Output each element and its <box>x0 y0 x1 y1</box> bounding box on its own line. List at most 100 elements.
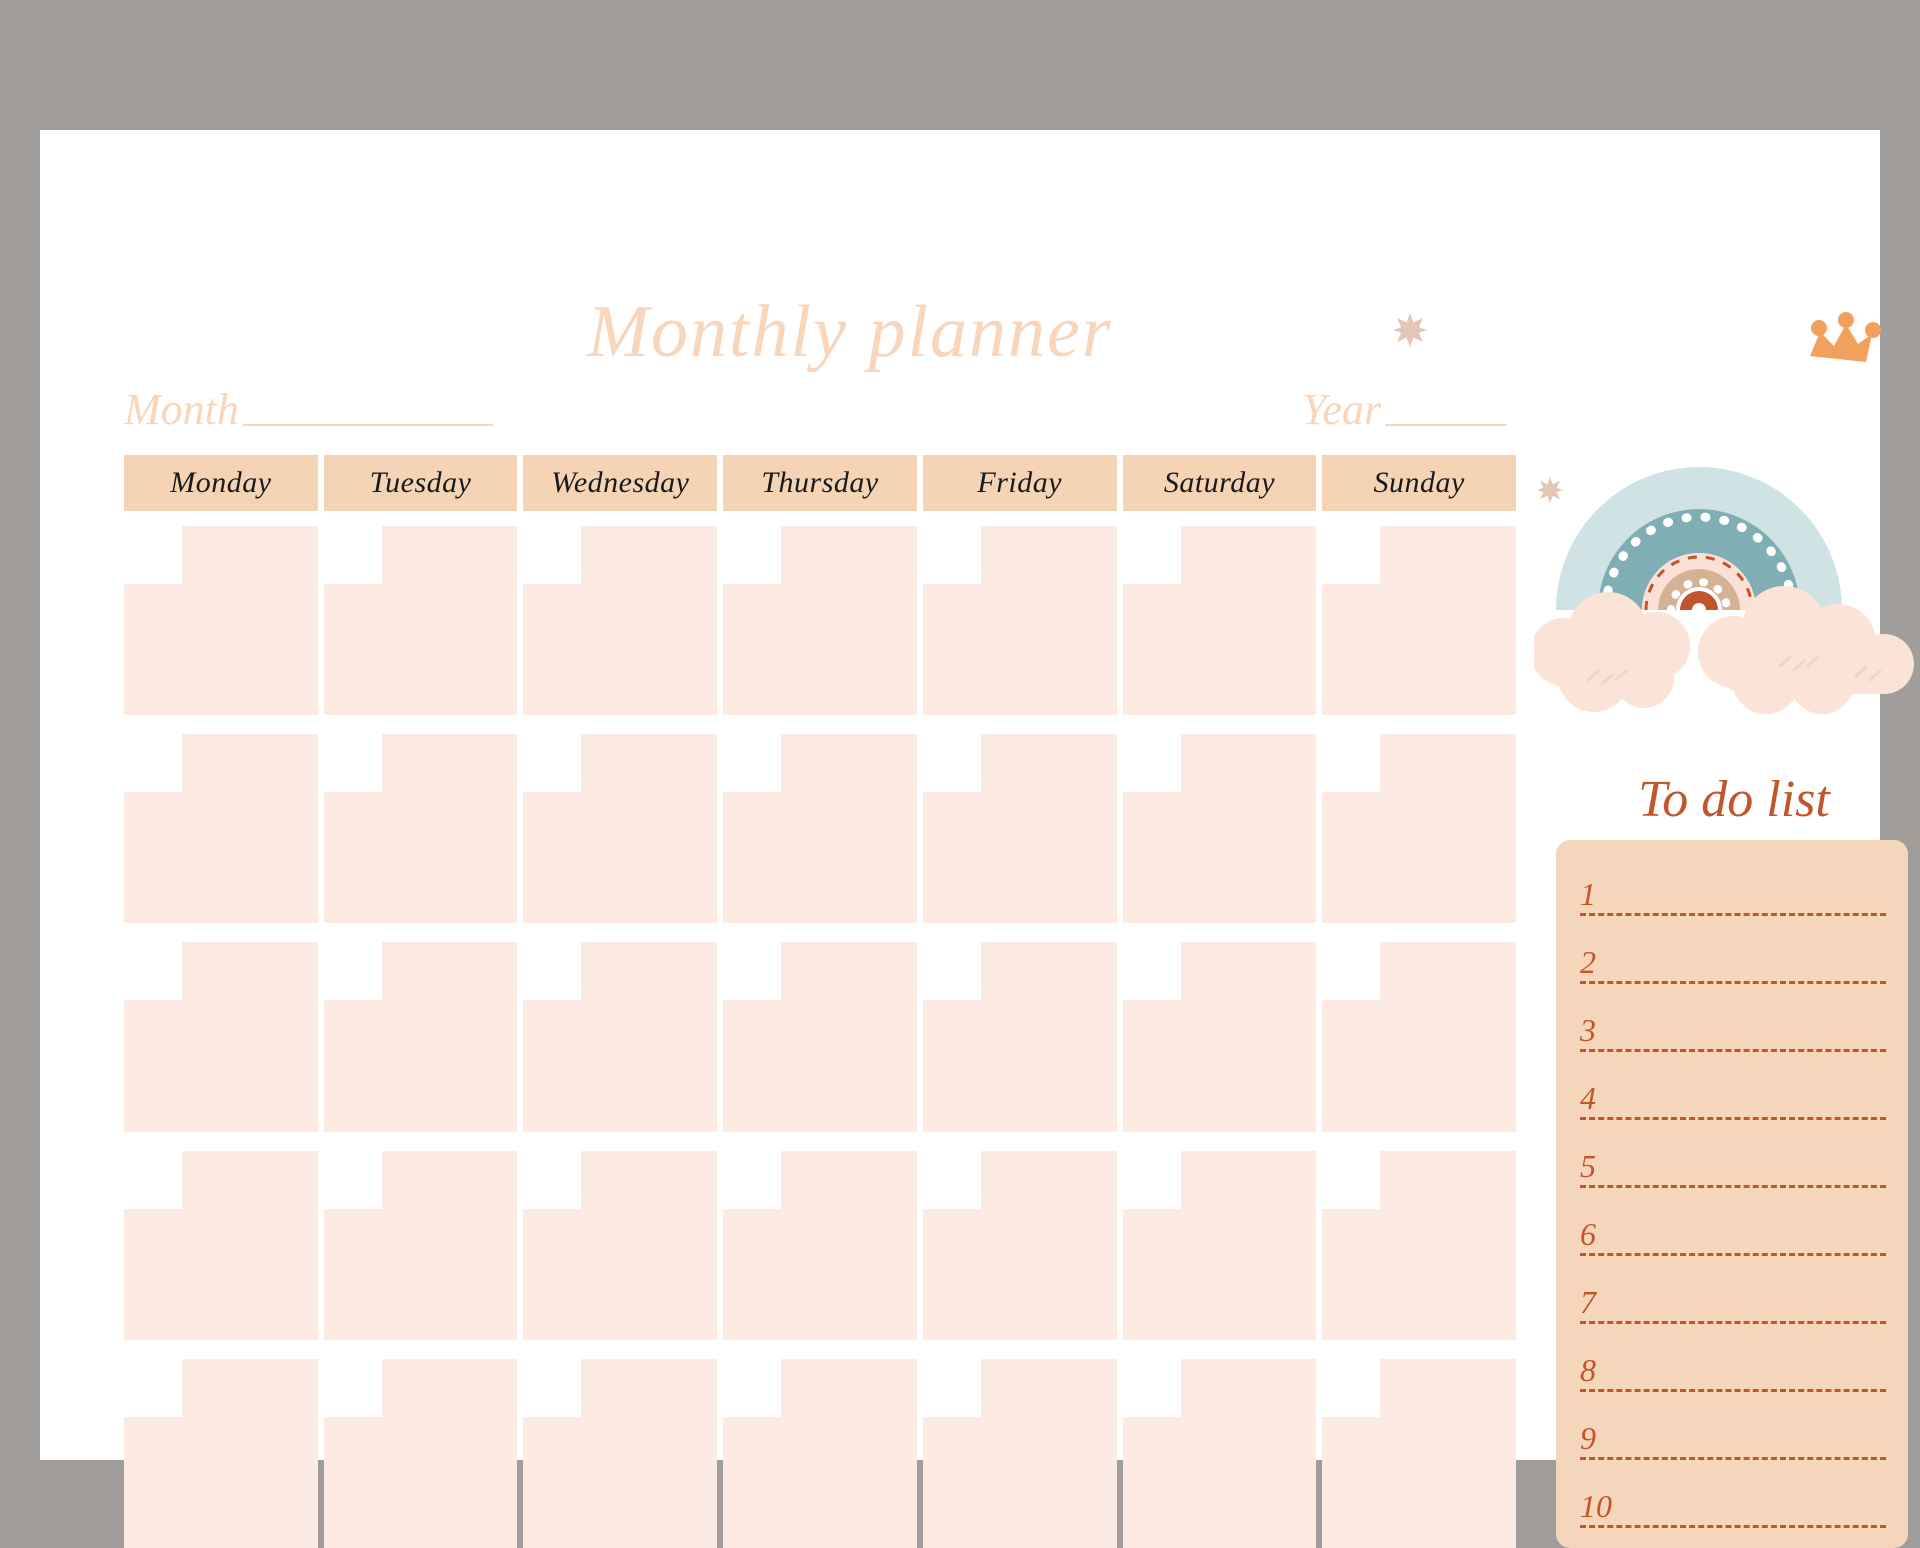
calendar-day-cell[interactable] <box>323 1150 518 1340</box>
calendar-day-number-box[interactable] <box>723 526 782 584</box>
calendar-day-number-box[interactable] <box>1122 734 1181 793</box>
calendar-day-cell[interactable] <box>1322 734 1517 924</box>
todo-list-item[interactable]: 6 <box>1580 1194 1886 1262</box>
calendar-day-cell[interactable] <box>523 1358 718 1548</box>
calendar-day-cell[interactable] <box>323 942 518 1132</box>
calendar-day-cell[interactable] <box>723 1150 917 1340</box>
calendar-day-cell[interactable] <box>922 526 1117 716</box>
calendar-day-number-box[interactable] <box>124 526 182 584</box>
todo-item-write-line[interactable] <box>1580 1457 1886 1460</box>
calendar-day-number-box[interactable] <box>124 942 182 1001</box>
calendar-day-cell[interactable] <box>124 734 318 924</box>
calendar-day-cell[interactable] <box>1122 942 1317 1132</box>
calendar-day-cell[interactable] <box>523 942 718 1132</box>
calendar-day-cell[interactable] <box>124 526 318 716</box>
calendar-day-number-box[interactable] <box>723 1150 782 1209</box>
calendar-day-number-box[interactable] <box>323 734 382 793</box>
calendar-day-number-box[interactable] <box>1322 526 1381 584</box>
calendar-day-number-box[interactable] <box>1322 734 1381 793</box>
calendar-day-cell[interactable] <box>723 1358 917 1548</box>
calendar-day-cell[interactable] <box>1322 526 1517 716</box>
calendar-day-number-box[interactable] <box>323 1358 382 1417</box>
calendar-day-number-box[interactable] <box>1122 526 1181 584</box>
calendar-day-number-box[interactable] <box>523 1358 582 1417</box>
crown-icon <box>1810 312 1881 362</box>
todo-item-write-line[interactable] <box>1580 1253 1886 1256</box>
calendar-day-number-box[interactable] <box>1322 1358 1381 1417</box>
calendar-day-number-box[interactable] <box>723 942 782 1001</box>
calendar-day-number-box[interactable] <box>922 734 981 793</box>
todo-item-write-line[interactable] <box>1580 1525 1886 1528</box>
calendar-day-cell[interactable] <box>922 734 1117 924</box>
todo-list-item[interactable]: 2 <box>1580 922 1886 990</box>
calendar-day-number-box[interactable] <box>523 1150 582 1209</box>
todo-item-write-line[interactable] <box>1580 913 1886 916</box>
calendar-day-number-box[interactable] <box>323 1150 382 1209</box>
calendar-day-number-box[interactable] <box>1122 1150 1181 1209</box>
calendar-week-row <box>124 734 1517 924</box>
calendar-day-cell[interactable] <box>1122 1150 1317 1340</box>
calendar-day-cell[interactable] <box>1122 1358 1317 1548</box>
calendar-day-cell[interactable] <box>922 1358 1117 1548</box>
calendar-day-number-box[interactable] <box>1322 942 1381 1001</box>
calendar-day-number-box[interactable] <box>124 734 182 793</box>
calendar-day-number-box[interactable] <box>1322 1150 1381 1209</box>
todo-item-number: 8 <box>1580 1352 1596 1388</box>
calendar-day-number-box[interactable] <box>124 1150 182 1209</box>
calendar-day-cell[interactable] <box>523 1150 718 1340</box>
calendar-day-cell[interactable] <box>124 1150 318 1340</box>
calendar-day-cell[interactable] <box>523 734 718 924</box>
calendar-day-number-box[interactable] <box>922 1358 981 1417</box>
todo-list-item[interactable]: 9 <box>1580 1398 1886 1466</box>
calendar-day-number-box[interactable] <box>1122 942 1181 1001</box>
todo-item-number: 3 <box>1580 1012 1596 1048</box>
calendar-day-number-box[interactable] <box>723 734 782 793</box>
calendar-day-number-box[interactable] <box>523 526 582 584</box>
year-field[interactable]: Year <box>1302 388 1508 432</box>
todo-list-item[interactable]: 4 <box>1580 1058 1886 1126</box>
calendar-day-cell[interactable] <box>922 1150 1117 1340</box>
calendar-day-number-box[interactable] <box>922 1150 981 1209</box>
calendar-day-cell[interactable] <box>323 734 518 924</box>
calendar-day-number-box[interactable] <box>323 942 382 1001</box>
todo-list-item[interactable]: 1 <box>1580 854 1886 922</box>
calendar-day-number-box[interactable] <box>922 526 981 584</box>
todo-item-write-line[interactable] <box>1580 981 1886 984</box>
month-input-rule[interactable] <box>242 424 493 426</box>
calendar-day-number-box[interactable] <box>523 942 582 1001</box>
month-field[interactable]: Month <box>124 388 493 432</box>
calendar-day-cell[interactable] <box>723 734 917 924</box>
todo-list-item[interactable]: 3 <box>1580 990 1886 1058</box>
calendar-week-row <box>124 526 1517 716</box>
calendar-day-cell[interactable] <box>723 942 917 1132</box>
calendar-day-cell[interactable] <box>124 1358 318 1548</box>
todo-item-write-line[interactable] <box>1580 1389 1886 1392</box>
calendar-day-cell[interactable] <box>523 526 718 716</box>
calendar-day-cell[interactable] <box>922 942 1117 1132</box>
todo-item-write-line[interactable] <box>1580 1321 1886 1324</box>
calendar-day-number-box[interactable] <box>523 734 582 793</box>
page-title: Monthly planner <box>587 291 1113 373</box>
calendar-day-cell[interactable] <box>1322 942 1517 1132</box>
calendar-day-cell[interactable] <box>723 526 917 716</box>
calendar-day-number-box[interactable] <box>922 942 981 1001</box>
todo-list-item[interactable]: 7 <box>1580 1262 1886 1330</box>
calendar-day-cell[interactable] <box>124 942 318 1132</box>
todo-list-item[interactable]: 10 <box>1580 1466 1886 1534</box>
calendar-day-number-box[interactable] <box>1122 1358 1181 1417</box>
calendar-day-cell[interactable] <box>323 526 518 716</box>
calendar-day-number-box[interactable] <box>723 1358 782 1417</box>
calendar-day-cell[interactable] <box>1122 734 1317 924</box>
calendar-day-cell[interactable] <box>1122 526 1317 716</box>
calendar-day-number-box[interactable] <box>124 1358 182 1417</box>
year-input-rule[interactable] <box>1385 424 1508 426</box>
calendar-day-cell[interactable] <box>1322 1150 1517 1340</box>
todo-item-write-line[interactable] <box>1580 1049 1886 1052</box>
todo-list-item[interactable]: 5 <box>1580 1126 1886 1194</box>
todo-list-item[interactable]: 8 <box>1580 1330 1886 1398</box>
calendar-day-cell[interactable] <box>1322 1358 1517 1548</box>
calendar-day-number-box[interactable] <box>323 526 382 584</box>
todo-item-write-line[interactable] <box>1580 1185 1886 1188</box>
todo-item-write-line[interactable] <box>1580 1117 1886 1120</box>
calendar-day-cell[interactable] <box>323 1358 518 1548</box>
